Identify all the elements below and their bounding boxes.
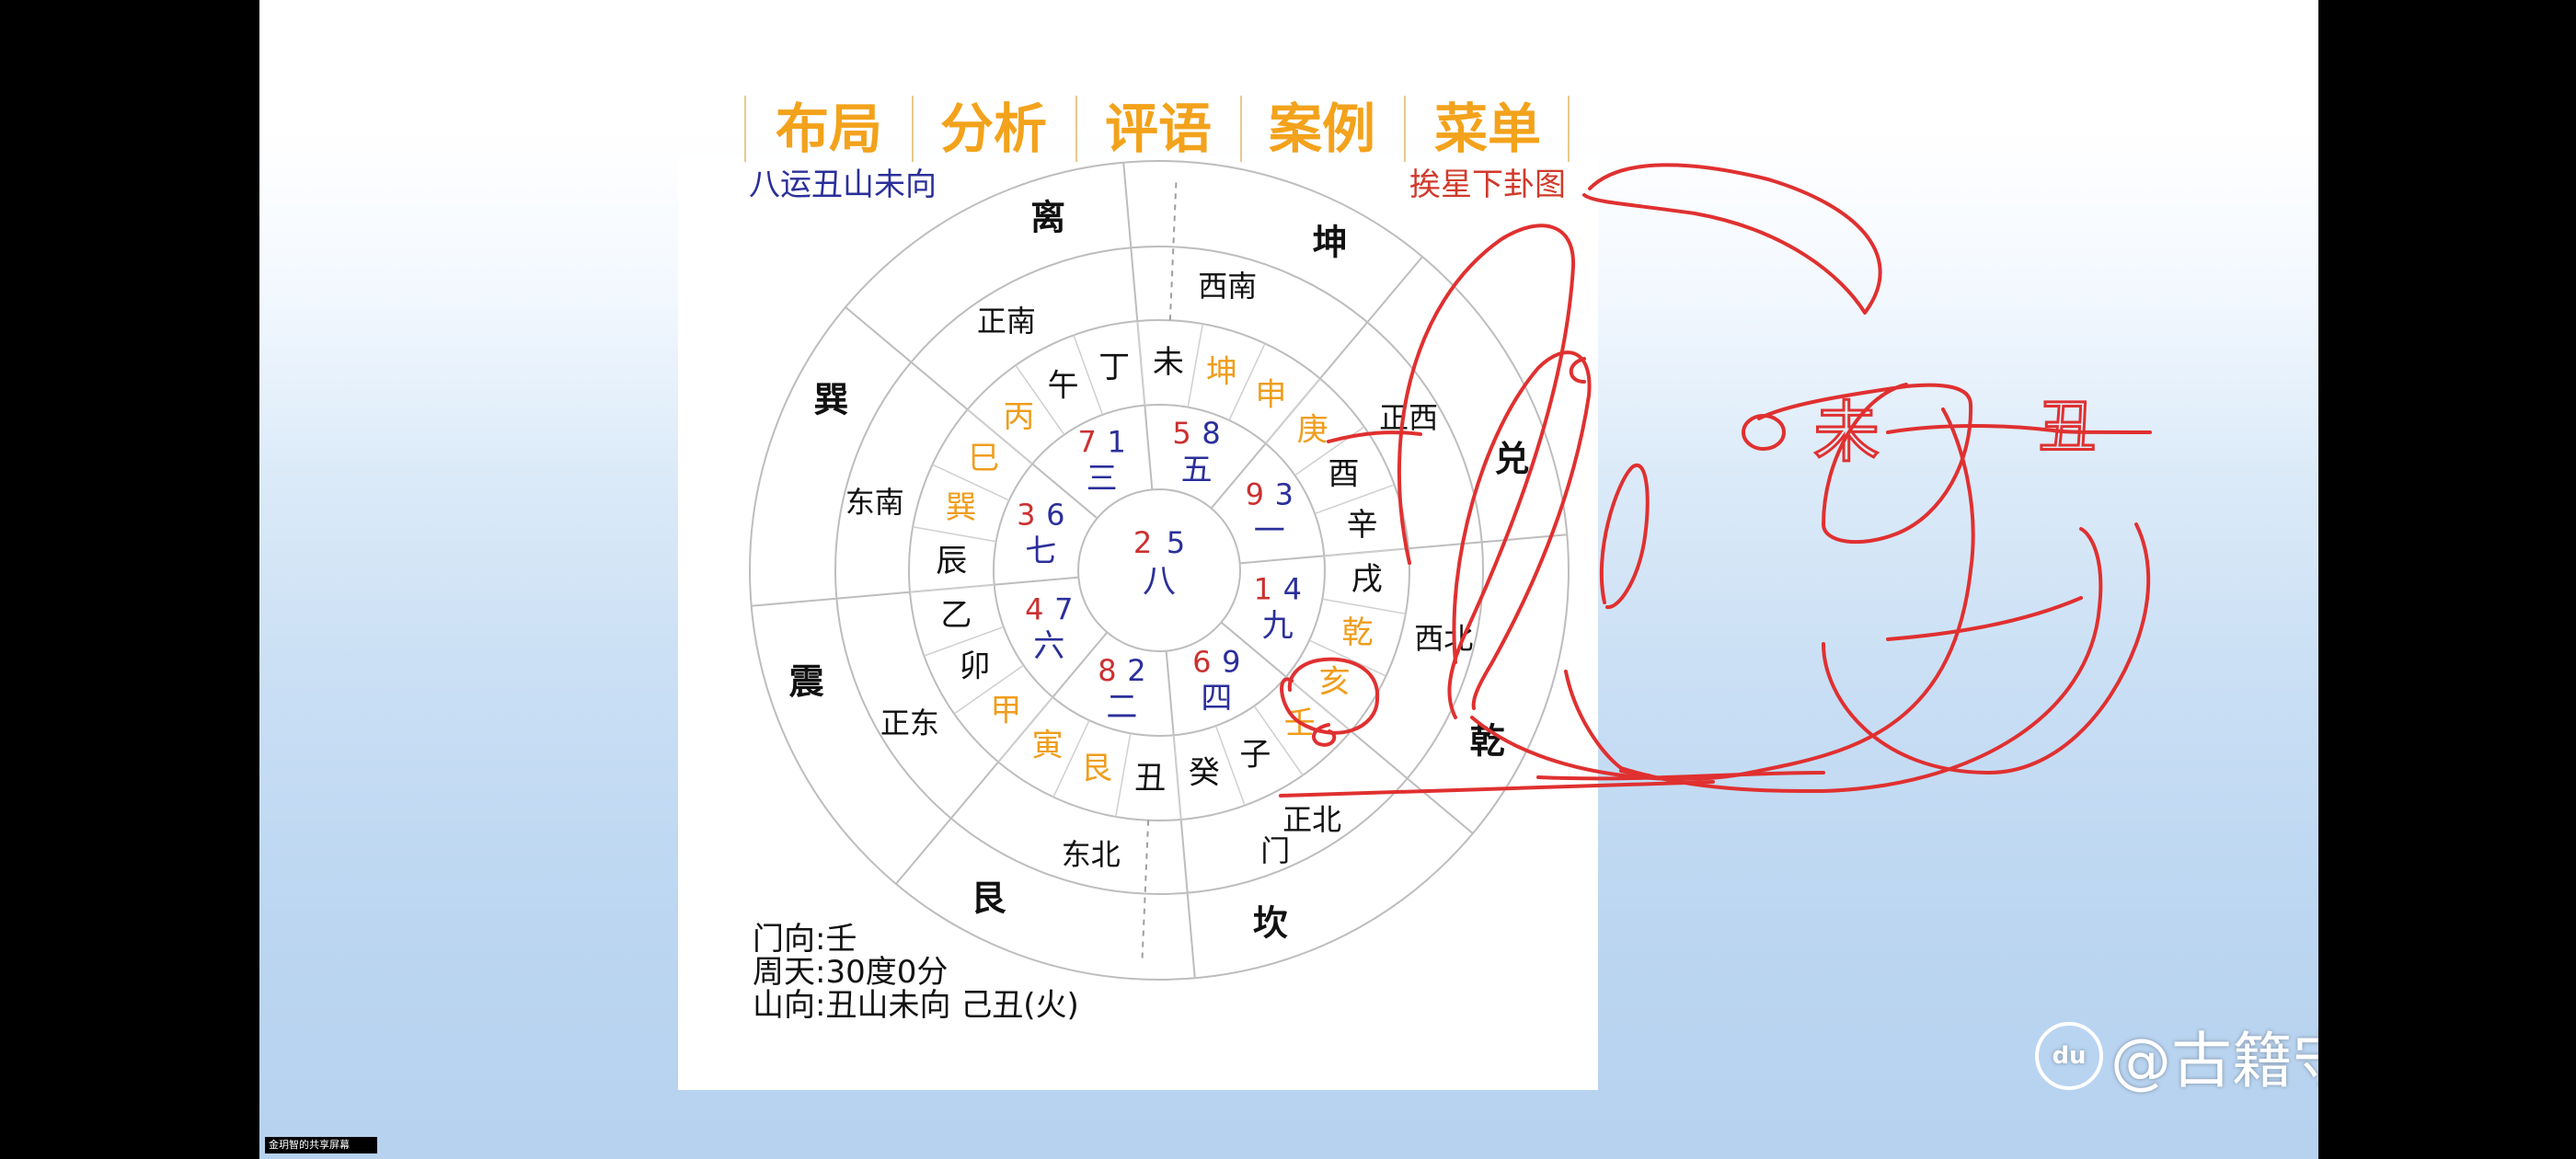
mountain-label: 辰 bbox=[936, 543, 967, 580]
pen-stroke-top-loop bbox=[1582, 163, 1882, 315]
direction-label: 东南 bbox=[845, 485, 904, 520]
trigram-label: 离 bbox=[1030, 198, 1065, 238]
trigram-label: 坤 bbox=[1313, 222, 1348, 262]
pen-stroke-lower-sweep bbox=[1619, 527, 2103, 793]
mountain-star: 1 bbox=[1254, 572, 1272, 607]
facing-star: 3 bbox=[1275, 477, 1294, 512]
mountain-label: 丑 bbox=[1134, 760, 1166, 797]
screen-canvas: 布局 分析 评语 案例 菜单 八运丑山未向 挨星下卦图 未坤申庚酉辛戌乾亥壬子癸… bbox=[678, 96, 2152, 1090]
facing-star: 4 bbox=[1283, 572, 1302, 607]
mountain-star: 6 bbox=[1192, 645, 1211, 680]
period-star: 三 bbox=[1087, 460, 1118, 497]
trigram-label: 乾 bbox=[1470, 721, 1505, 762]
svg-text:评语: 评语 bbox=[1105, 98, 1212, 160]
info-degree: 周天:30度0分 bbox=[753, 954, 948, 991]
facing-star: 9 bbox=[1222, 645, 1240, 680]
period-star: 九 bbox=[1262, 608, 1294, 645]
period-star: 七 bbox=[1025, 533, 1056, 569]
mountain-label: 子 bbox=[1239, 736, 1271, 773]
direction-label: 东北 bbox=[1062, 837, 1121, 872]
annotation-wei: 未 bbox=[1813, 394, 1880, 471]
svg-text:案例: 案例 bbox=[1269, 98, 1375, 160]
facing-star: 1 bbox=[1107, 424, 1125, 459]
facing-star: 6 bbox=[1046, 497, 1064, 532]
pen-stroke-small-circle bbox=[1742, 414, 1786, 451]
pen-stroke-cross-line bbox=[1886, 424, 2152, 434]
mountain-star: 7 bbox=[1077, 424, 1096, 459]
direction-label: 西南 bbox=[1198, 269, 1257, 304]
direction-label: 正北 bbox=[1282, 802, 1341, 837]
tab-cases[interactable]: 案例 bbox=[1269, 98, 1375, 160]
pen-stroke-inner-lobe bbox=[1599, 463, 1650, 609]
tab-bar: 布局 分析 评语 案例 菜单 bbox=[744, 96, 1570, 162]
tab-analysis[interactable]: 分析 bbox=[940, 98, 1047, 160]
trigram-label: 巽 bbox=[813, 379, 848, 419]
mountain-label: 辛 bbox=[1347, 507, 1378, 544]
mountain-label: 戌 bbox=[1351, 561, 1383, 598]
info-orientation: 山向:丑山未向 己丑(火) bbox=[753, 987, 1079, 1024]
mountain-label: 艮 bbox=[1081, 751, 1112, 787]
period-star: 二 bbox=[1106, 689, 1137, 726]
center-mountain-star: 2 bbox=[1133, 525, 1152, 560]
watermark: du @古籍守护人 bbox=[2035, 1019, 2318, 1096]
mountain-star: 4 bbox=[1025, 591, 1043, 626]
screen-share-label: 金玥智的共享屏幕 bbox=[265, 1137, 377, 1153]
chart-title-left: 八运丑山未向 bbox=[749, 166, 937, 203]
facing-star: 8 bbox=[1202, 416, 1220, 451]
period-star: 五 bbox=[1181, 452, 1213, 488]
chart-title-right: 挨星下卦图 bbox=[1409, 166, 1566, 203]
mountain-star: 5 bbox=[1172, 416, 1190, 451]
mountain-label: 癸 bbox=[1189, 755, 1220, 792]
svg-text:布局: 布局 bbox=[776, 98, 882, 160]
period-star: 一 bbox=[1254, 513, 1285, 550]
facing-star: 7 bbox=[1054, 591, 1073, 626]
du-logo-icon: du bbox=[2035, 1022, 2103, 1090]
direction-label: 正西 bbox=[1379, 400, 1438, 435]
trigram-label: 震 bbox=[789, 661, 825, 702]
mountain-label: 申 bbox=[1255, 376, 1286, 413]
mountain-star: 9 bbox=[1246, 477, 1264, 512]
mountain-label: 未 bbox=[1153, 344, 1184, 381]
door-marker: 门 bbox=[1260, 833, 1290, 868]
mountain-label: 丁 bbox=[1098, 349, 1130, 385]
trigram-label: 坎 bbox=[1253, 902, 1288, 943]
shared-screen: 布局 分析 评语 案例 菜单 八运丑山未向 挨星下卦图 未坤申庚酉辛戌乾亥壬子癸… bbox=[259, 0, 2318, 1159]
pen-stroke-hook-tail bbox=[1886, 596, 2083, 641]
direction-label: 正南 bbox=[977, 304, 1036, 339]
mountain-label: 乙 bbox=[940, 597, 972, 634]
mountain-star: 8 bbox=[1098, 653, 1116, 688]
mountain-label: 巽 bbox=[945, 489, 976, 526]
mountain-label: 寅 bbox=[1032, 728, 1064, 764]
trigram-label: 艮 bbox=[971, 878, 1006, 919]
tab-layout[interactable]: 布局 bbox=[776, 98, 882, 160]
info-door: 门向:壬 bbox=[753, 921, 857, 958]
trigram-label: 兑 bbox=[1494, 439, 1529, 479]
direction-label: 正东 bbox=[880, 706, 939, 740]
mountain-label: 庚 bbox=[1297, 411, 1328, 448]
mountain-label: 巳 bbox=[968, 441, 999, 477]
mountain-label: 坤 bbox=[1206, 353, 1237, 390]
mountain-label: 酉 bbox=[1328, 456, 1359, 493]
mountain-label: 甲 bbox=[990, 693, 1021, 729]
period-star: 四 bbox=[1201, 681, 1232, 717]
center-period-star: 八 bbox=[1143, 563, 1176, 601]
svg-text:菜单: 菜单 bbox=[1434, 98, 1541, 160]
period-star: 六 bbox=[1033, 627, 1064, 664]
mountain-label: 丙 bbox=[1003, 398, 1034, 435]
mountain-label: 卯 bbox=[960, 648, 991, 684]
facing-star: 2 bbox=[1127, 653, 1145, 688]
mountain-label: 亥 bbox=[1319, 663, 1351, 700]
mountain-label: 午 bbox=[1048, 368, 1079, 405]
svg-text:分析: 分析 bbox=[940, 98, 1047, 160]
annotation-chou: 丑 bbox=[2039, 393, 2096, 460]
tab-menu[interactable]: 菜单 bbox=[1434, 98, 1541, 160]
mountain-label: 乾 bbox=[1342, 614, 1374, 651]
tab-comments[interactable]: 评语 bbox=[1105, 98, 1212, 160]
mountain-star: 3 bbox=[1017, 497, 1035, 532]
watermark-text: @古籍守护人 bbox=[2110, 1026, 2318, 1096]
center-facing-star: 5 bbox=[1167, 525, 1185, 560]
